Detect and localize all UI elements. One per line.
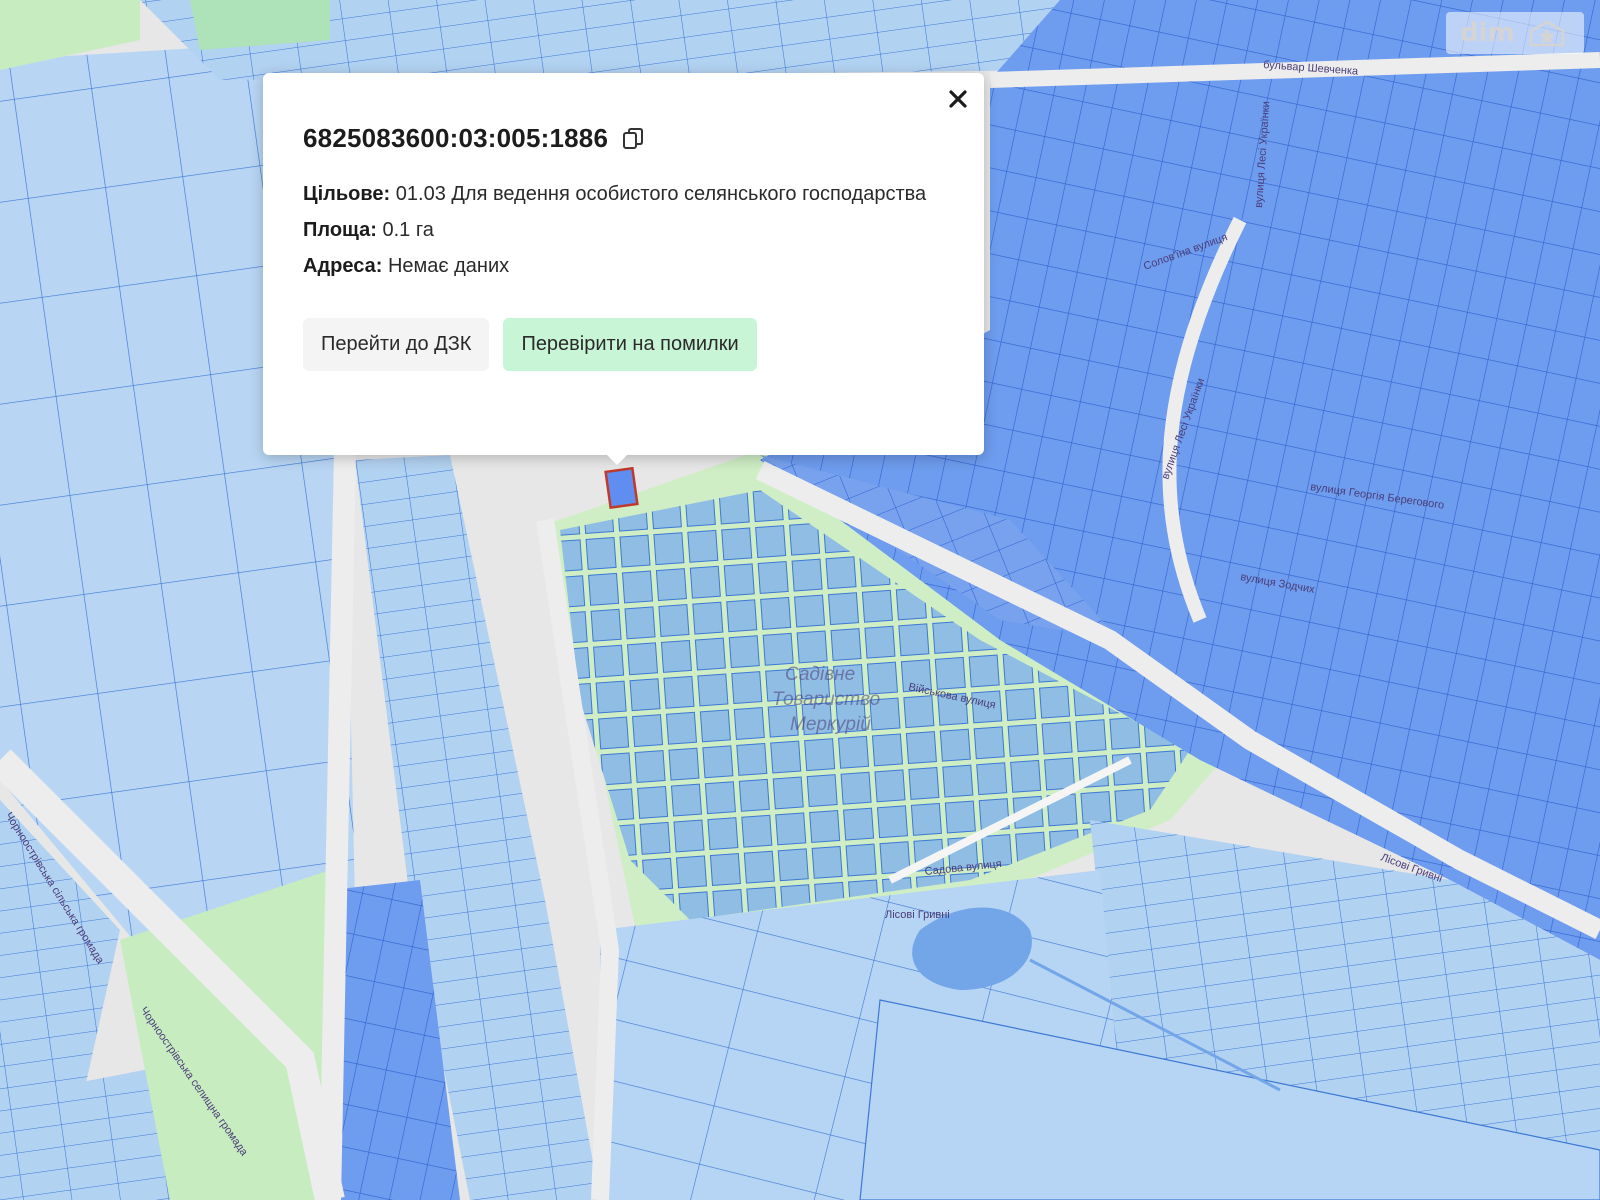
purpose-label: Цільове: xyxy=(303,183,391,205)
parcel-info-popup: 6825083600:03:005:1886 Цільове: 01.03 Дл… xyxy=(263,73,984,465)
check-errors-button[interactable]: Перевірити на помилки xyxy=(503,318,757,371)
road-vertical xyxy=(319,449,356,1200)
go-to-dzk-button[interactable]: Перейти до ДЗК xyxy=(303,318,490,371)
watermark-text: dim xyxy=(1460,18,1515,48)
area-label: Площа: xyxy=(303,219,377,241)
star-house-icon xyxy=(1529,20,1564,47)
title-row: 6825083600:03:005:1886 xyxy=(303,123,944,154)
parcel-purpose: Цільове: 01.03 Для ведення особистого се… xyxy=(303,176,944,212)
label-garden-3: Меркурій xyxy=(790,714,871,735)
label-garden-1: Садівне xyxy=(785,664,855,685)
cadastral-number: 6825083600:03:005:1886 xyxy=(303,123,609,153)
watermark: dim xyxy=(1446,12,1584,54)
parcel-area: Площа: 0.1 га xyxy=(303,212,944,248)
label-garden-2: Товариство xyxy=(772,689,880,710)
label-lisovi: Лісові Гривні xyxy=(885,909,950,921)
popup-actions: Перейти до ДЗК Перевірити на помилки xyxy=(303,318,944,371)
popup-pointer xyxy=(606,454,628,465)
close-button[interactable] xyxy=(944,85,972,113)
area-value: 0.1 га xyxy=(382,219,434,241)
copy-icon[interactable] xyxy=(622,127,644,151)
purpose-value: 01.03 Для ведення особистого селянського… xyxy=(395,183,927,205)
close-icon xyxy=(949,90,967,108)
selected-parcel[interactable] xyxy=(604,466,639,510)
address-label: Адреса: xyxy=(303,255,383,277)
address-value: Немає даних xyxy=(387,255,510,277)
parcel-address: Адреса: Немає даних xyxy=(303,248,944,284)
